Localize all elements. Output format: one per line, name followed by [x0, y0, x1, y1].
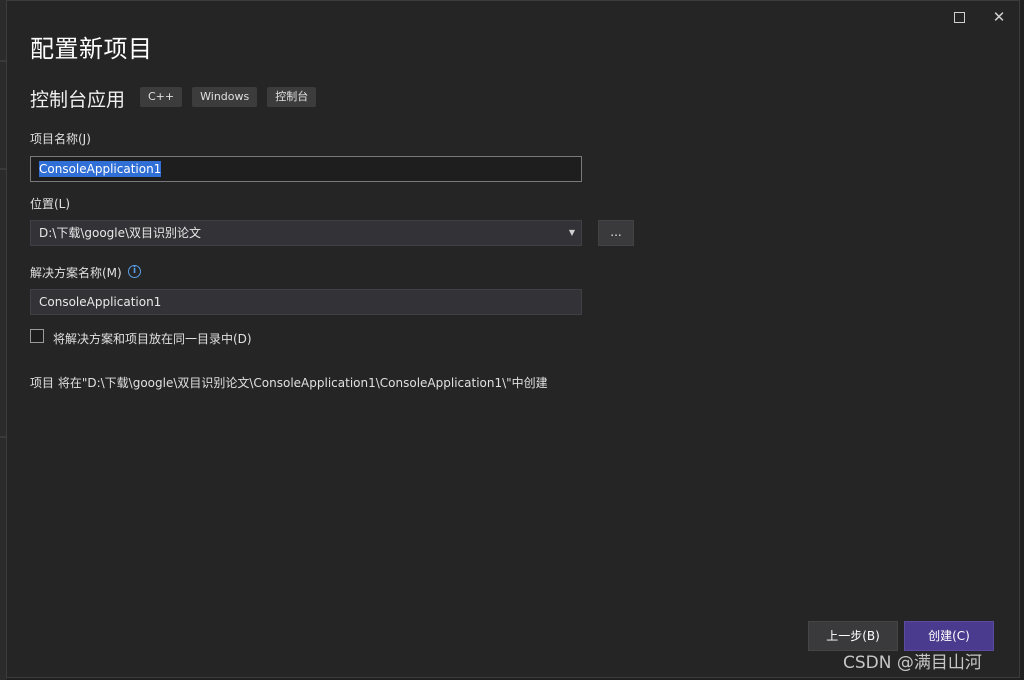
solution-name-label: 解决方案名称(M): [30, 266, 122, 280]
create-button[interactable]: 创建(C): [904, 621, 994, 651]
template-name: 控制台应用: [30, 89, 126, 111]
location-select[interactable]: D:\下载\google\双目识别论文 ▼: [30, 220, 582, 246]
location-value: D:\下载\google\双目识别论文: [39, 226, 202, 240]
same-directory-checkbox[interactable]: [30, 329, 44, 343]
project-path-summary: 项目 将在"D:\下载\google\双目识别论文\ConsoleApplica…: [30, 376, 548, 390]
browse-button[interactable]: ...: [598, 220, 634, 246]
tag-language: C++: [140, 87, 183, 107]
template-tags: C++ Windows 控制台: [140, 87, 317, 107]
close-button[interactable]: ✕: [988, 7, 1010, 27]
same-directory-label[interactable]: 将解决方案和项目放在同一目录中(D): [53, 330, 252, 347]
configure-project-dialog: ✕ 配置新项目 控制台应用 C++ Windows 控制台 项目名称(J) Co…: [6, 0, 1020, 678]
chevron-down-icon: ▼: [568, 228, 575, 237]
project-name-value: ConsoleApplication1: [39, 161, 162, 177]
project-name-label: 项目名称(J): [30, 132, 91, 146]
solution-name-value: ConsoleApplication1: [39, 295, 162, 309]
page-title: 配置新项目: [30, 35, 153, 63]
tag-type: 控制台: [267, 87, 317, 107]
back-button[interactable]: 上一步(B): [808, 621, 898, 651]
location-label: 位置(L): [30, 197, 71, 211]
tag-platform: Windows: [192, 87, 258, 107]
watermark: CSDN @满目山河: [843, 653, 982, 673]
project-name-input[interactable]: ConsoleApplication1: [30, 156, 582, 182]
solution-name-input[interactable]: ConsoleApplication1: [30, 289, 582, 315]
info-icon[interactable]: i: [128, 265, 141, 278]
maximize-button[interactable]: [948, 7, 970, 27]
maximize-icon: [953, 12, 965, 23]
close-icon: ✕: [992, 8, 1006, 26]
